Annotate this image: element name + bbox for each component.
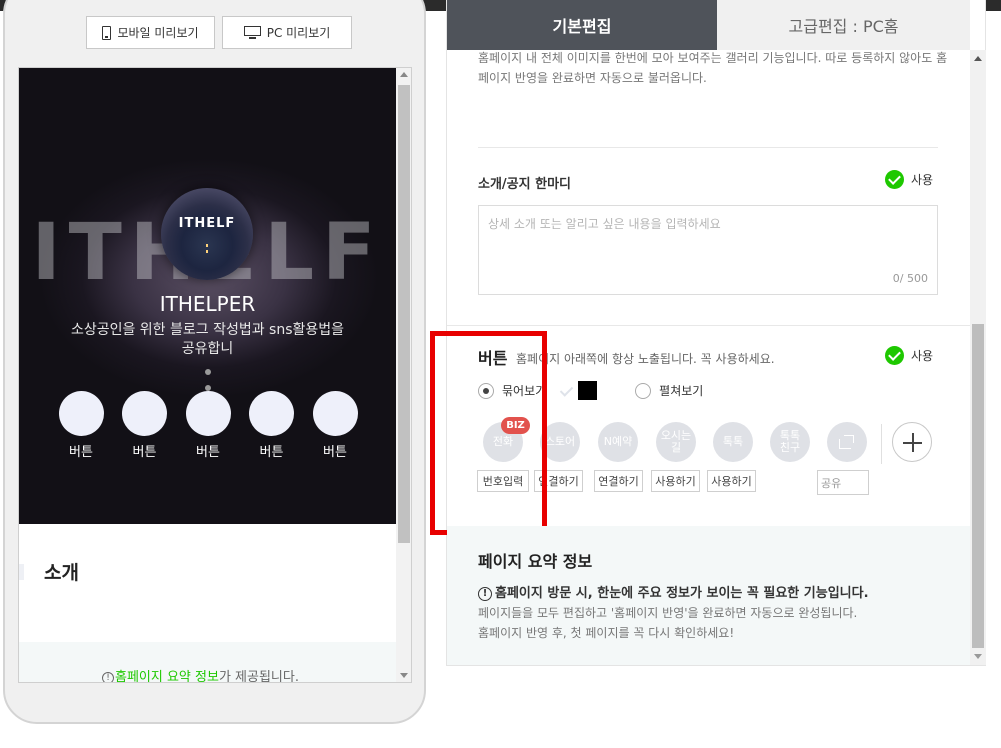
- summary-desc-2: 홈페이지 반영 후, 첫 페이지를 꼭 다시 확인하세요!: [478, 626, 735, 640]
- buttons-use-label: 사용: [911, 349, 934, 363]
- radio-expanded[interactable]: [635, 382, 652, 399]
- buttons-section-description: 홈페이지 아래쪽에 항상 노출됩니다. 꼭 사용하세요.: [516, 352, 775, 366]
- biz-badge: BIZ: [501, 417, 530, 434]
- summary-link[interactable]: 홈페이지 요약 정보: [115, 670, 219, 682]
- scroll-up-arrow-icon[interactable]: [974, 56, 982, 61]
- pc-preview-button[interactable]: PC 미리보기: [222, 16, 352, 49]
- share-tag[interactable]: 공유: [817, 470, 869, 495]
- divider: [447, 325, 970, 326]
- check-circle-icon: [885, 170, 904, 189]
- checkmark-icon: [558, 383, 574, 399]
- scroll-down-arrow-icon[interactable]: [974, 654, 982, 659]
- notice-use-toggle[interactable]: 사용: [885, 170, 933, 189]
- summary-headline: ! 홈페이지 방문 시, 한눈에 주요 정보가 보이는 꼭 필요한 기능입니다.: [478, 582, 869, 601]
- hero-button-row: 버튼 버튼 버튼 버튼 버튼: [58, 391, 358, 460]
- notice-textarea[interactable]: 상세 소개 또는 알리고 싶은 내용을 입력하세요 0/ 500: [478, 205, 938, 295]
- summary-desc-1: 페이지들을 모두 편집하고 '홈페이지 반영'을 완료하면 자동으로 완성됩니다…: [478, 606, 858, 620]
- section-marker: [19, 564, 24, 580]
- summary-notice: ! 홈페이지 요약 정보가 제공됩니다.: [102, 666, 299, 683]
- intro-section-title: 소개: [44, 562, 79, 584]
- mobile-phone-icon: [102, 25, 112, 40]
- hero-title: ITHELPER: [159, 292, 256, 316]
- mobile-preview-label: 모바일 미리보기: [117, 26, 199, 40]
- notice-use-label: 사용: [911, 173, 934, 187]
- preview-screen: ITHELF ITHELF ITHELPER 소상공인을 위한 블로그 작성법과…: [18, 67, 412, 683]
- divider: [478, 147, 938, 148]
- nreserve-button-icon: N예약: [598, 422, 638, 462]
- talktalk-friend-button-icon: 톡톡 친구: [770, 422, 810, 462]
- directions-button-icon: 오시는길: [656, 422, 696, 462]
- hero-button[interactable]: 버튼: [249, 391, 295, 460]
- highlight-box: [430, 331, 547, 535]
- profile-logo: ITHELF: [161, 188, 253, 280]
- scroll-up-arrow-icon[interactable]: [400, 72, 408, 77]
- page-dot: [205, 369, 211, 375]
- radio-expanded-label: 펼쳐보기: [659, 384, 704, 398]
- hero-banner: ITHELF ITHELF ITHELPER 소상공인을 위한 블로그 작성법과…: [19, 68, 396, 524]
- gallery-description: 홈페이지 내 전체 이미지를 한번에 모아 보여주는 갤러리 기능입니다. 따로…: [478, 51, 948, 85]
- hero-button[interactable]: 버튼: [58, 391, 104, 460]
- info-icon: !: [478, 586, 492, 601]
- tab-basic-edit[interactable]: 기본편집: [447, 0, 717, 50]
- summary-suffix: 가 제공됩니다.: [218, 670, 299, 683]
- pc-preview-label: PC 미리보기: [266, 26, 331, 40]
- scroll-down-arrow-icon[interactable]: [400, 673, 408, 678]
- buttons-use-toggle[interactable]: 사용: [885, 346, 933, 365]
- share-button: [827, 422, 867, 462]
- hero-button[interactable]: 버튼: [185, 391, 231, 460]
- hero-button[interactable]: 버튼: [312, 391, 358, 460]
- editor-panel: 기본편집 고급편집 : PC홈 홈페이지 내 전체 이미지를 한번에 모아 보여…: [430, 0, 986, 666]
- hero-button[interactable]: 버튼: [122, 391, 168, 460]
- add-button[interactable]: [892, 422, 932, 462]
- logo-text: ITHELF: [178, 216, 236, 231]
- scroll-thumb[interactable]: [398, 85, 410, 543]
- preview-scrollbar[interactable]: [396, 68, 411, 682]
- info-icon: !: [102, 671, 114, 682]
- divider: [881, 424, 882, 464]
- mobile-preview-frame: 모바일 미리보기 PC 미리보기 ITHELF ITHELF ITHELPER …: [3, 0, 426, 724]
- page-summary-section: 페이지 요약 정보 ! 홈페이지 방문 시, 한눈에 주요 정보가 보이는 꼭 필…: [447, 526, 970, 665]
- notice-placeholder: 상세 소개 또는 알리고 싶은 내용을 입력하세요: [488, 217, 721, 231]
- mobile-preview-button[interactable]: 모바일 미리보기: [86, 16, 215, 49]
- monitor-icon: [243, 26, 261, 39]
- summary-strip: ! 홈페이지 요약 정보가 제공됩니다.: [19, 642, 396, 683]
- share-icon: [839, 435, 855, 449]
- tab-advanced-edit[interactable]: 고급편집 : PC홈: [717, 0, 970, 50]
- scroll-thumb[interactable]: [972, 324, 984, 648]
- hero-subtitle: 소상공인을 위한 블로그 작성법과 sns활용법을 공유합니: [70, 322, 345, 357]
- directions-use-tag[interactable]: 사용하기: [651, 470, 700, 492]
- talktalk-button-icon: 톡톡: [713, 422, 753, 462]
- check-circle-icon: [885, 346, 904, 365]
- nreserve-connect-tag[interactable]: 연결하기: [594, 470, 643, 492]
- notice-section-title: 소개/공지 한마디: [478, 177, 571, 192]
- summary-title: 페이지 요약 정보: [478, 552, 593, 571]
- editor-scrollbar[interactable]: [970, 50, 986, 665]
- color-swatch[interactable]: [578, 381, 598, 400]
- char-counter: 0/ 500: [892, 272, 928, 285]
- talktalk-use-tag[interactable]: 사용하기: [707, 470, 756, 492]
